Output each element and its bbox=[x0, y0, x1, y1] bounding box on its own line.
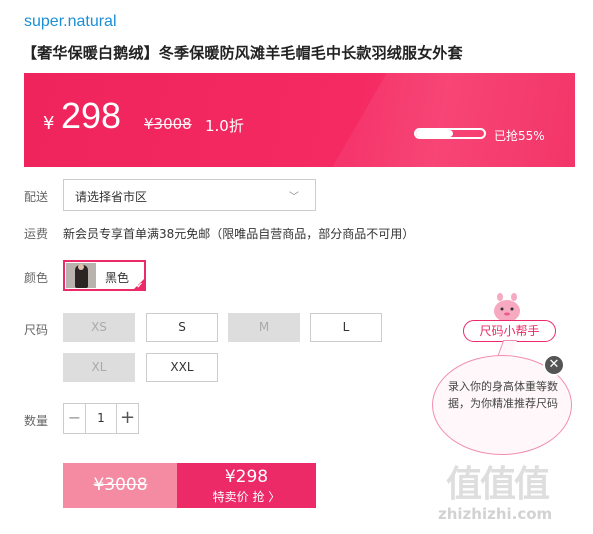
watermark-logo: 值值值 bbox=[446, 464, 550, 505]
color-option-black[interactable]: 黑色 ✔ bbox=[63, 260, 146, 291]
product-title: 【奢华保暖白鹅绒】冬季保暖防风滩羊毛帽毛中长款羽绒服女外套 bbox=[22, 44, 463, 62]
discount-rate: 1.0折 bbox=[205, 117, 244, 135]
sold-percentage: 已抢55% bbox=[494, 129, 545, 143]
size-option-xl: XL bbox=[63, 353, 135, 382]
shipping-label: 运费 bbox=[24, 227, 49, 241]
region-select[interactable]: 请选择省市区 ﹀ bbox=[63, 179, 316, 211]
buy-label: 特卖价 抢 〉 bbox=[212, 490, 281, 504]
current-price: 298 bbox=[61, 95, 122, 136]
color-option-label: 黑色 bbox=[105, 271, 130, 285]
quantity-value[interactable]: 1 bbox=[86, 411, 116, 425]
original-price-button[interactable]: ¥3008 bbox=[63, 463, 178, 508]
size-helper-text: 录入你的身高体重等数据，为你精准推荐尺码 bbox=[448, 380, 558, 410]
watermark-url: zhizhizhi.com bbox=[438, 505, 553, 523]
color-label: 颜色 bbox=[24, 271, 49, 285]
region-select-value: 请选择省市区 bbox=[75, 190, 148, 204]
currency-symbol: ¥ bbox=[43, 113, 55, 134]
size-helper-button[interactable]: 尺码小帮手 bbox=[463, 320, 556, 342]
sold-progress-bar bbox=[414, 128, 486, 139]
sold-progress-fill bbox=[416, 130, 454, 137]
quantity-decrease-button[interactable]: − bbox=[64, 404, 86, 433]
brand-name[interactable]: super.natural bbox=[24, 13, 117, 31]
size-option-l[interactable]: L bbox=[310, 313, 382, 342]
quantity-increase-button[interactable]: + bbox=[116, 404, 138, 433]
shipping-info: 新会员专享首单满38元免邮（限唯品自营商品，部分商品不可用） bbox=[63, 227, 415, 241]
size-option-s[interactable]: S bbox=[146, 313, 218, 342]
size-option-xs: XS bbox=[63, 313, 135, 342]
size-label: 尺码 bbox=[24, 323, 49, 337]
quantity-stepper: − 1 + bbox=[63, 403, 139, 434]
price-banner: ¥ 298 ¥3008 1.0折 已抢55% bbox=[24, 73, 575, 167]
size-option-m: M bbox=[228, 313, 300, 342]
mascot-icon bbox=[494, 293, 520, 322]
delivery-label: 配送 bbox=[24, 190, 49, 204]
color-swatch-image bbox=[66, 263, 96, 288]
quantity-label: 数量 bbox=[24, 414, 49, 428]
watermark: 值值值 zhizhizhi.com bbox=[438, 455, 588, 525]
buy-now-button[interactable]: ¥298 特卖价 抢 〉 bbox=[177, 463, 316, 508]
check-icon: ✔ bbox=[136, 281, 143, 290]
close-icon[interactable]: ✕ bbox=[543, 354, 565, 376]
chevron-down-icon: ﹀ bbox=[289, 192, 299, 203]
size-option-xxl[interactable]: XXL bbox=[146, 353, 218, 382]
original-price: ¥3008 bbox=[144, 115, 192, 133]
buy-price: ¥298 bbox=[224, 467, 269, 487]
